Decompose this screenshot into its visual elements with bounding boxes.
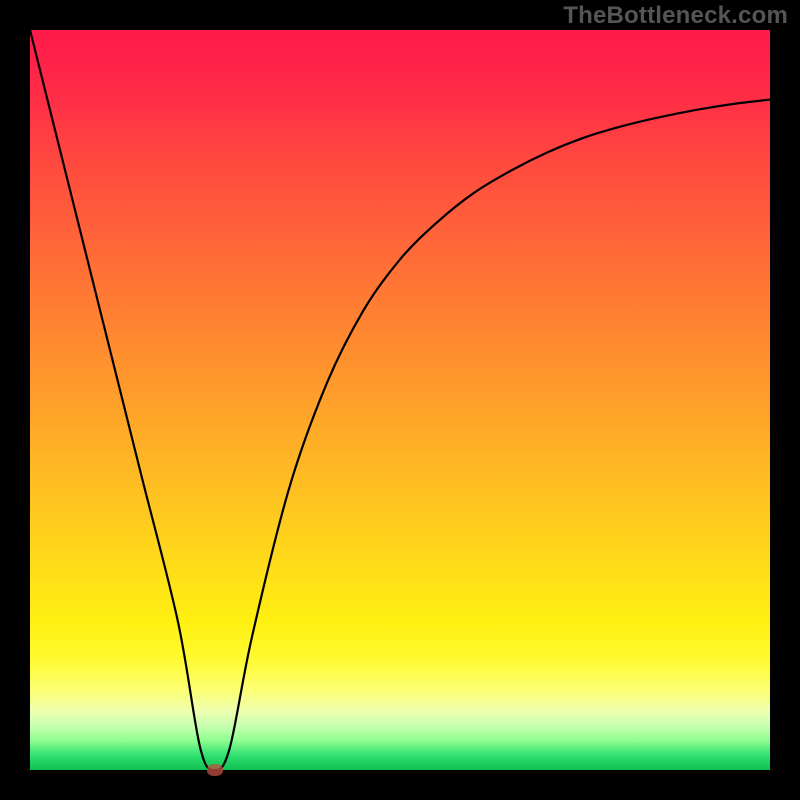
bottleneck-curve [30, 30, 770, 770]
watermark-text: TheBottleneck.com [563, 2, 788, 30]
min-point-marker [207, 764, 223, 776]
plot-area [30, 30, 770, 770]
chart-frame: TheBottleneck.com [0, 0, 800, 800]
